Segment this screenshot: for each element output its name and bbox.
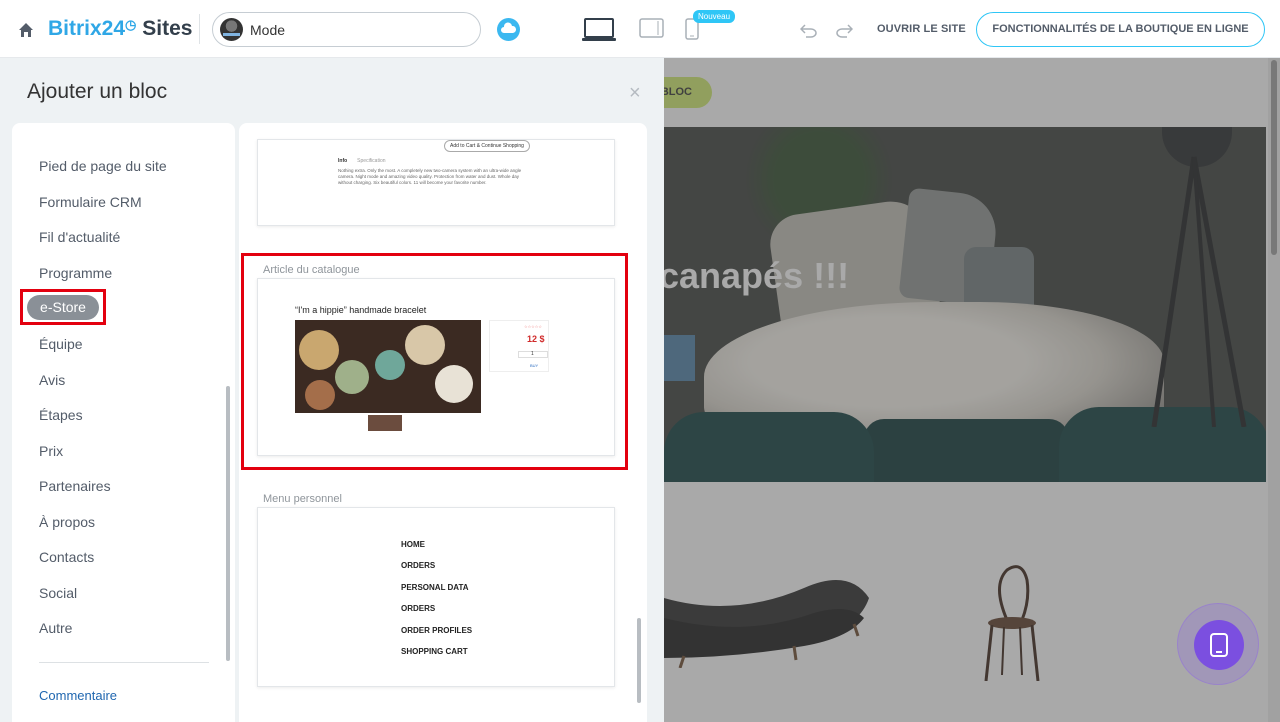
menu-item: SHOPPING CART bbox=[401, 647, 468, 656]
desktop-icon[interactable] bbox=[582, 17, 616, 43]
menu-item: ORDERS bbox=[401, 561, 436, 570]
category-team[interactable]: Équipe bbox=[39, 336, 83, 352]
menu-item: ORDER PROFILES bbox=[401, 626, 473, 635]
tab-specification: Specification bbox=[357, 158, 386, 164]
home-icon[interactable] bbox=[18, 22, 34, 38]
category-program[interactable]: Programme bbox=[39, 265, 112, 281]
open-site-link[interactable]: OUVRIR LE SITE bbox=[877, 23, 966, 35]
category-steps[interactable]: Étapes bbox=[39, 407, 83, 423]
redo-icon[interactable] bbox=[835, 22, 853, 38]
logo-brand: Bitrix24 bbox=[48, 17, 126, 40]
avatar bbox=[220, 18, 243, 41]
add-to-cart-button: Add to Cart & Continue Shopping bbox=[444, 140, 530, 152]
divider bbox=[199, 14, 200, 44]
add-block-panel: Ajouter un bloc × Pied de page du site F… bbox=[0, 58, 664, 722]
block-list-scrollbar[interactable] bbox=[637, 618, 641, 703]
block-list: Add to Cart & Continue Shopping Info Spec… bbox=[239, 123, 647, 722]
logo-suffix: Sites bbox=[142, 17, 193, 40]
mode-select[interactable]: Mode bbox=[212, 12, 481, 47]
menu-item: HOME bbox=[401, 540, 425, 549]
site-preview: BLOC canapés !!! bbox=[664, 58, 1280, 722]
panel-title: Ajouter un bloc bbox=[27, 80, 168, 103]
product-description: Nothing extra. Only the most. A complete… bbox=[338, 168, 522, 185]
category-scrollbar[interactable] bbox=[226, 386, 230, 661]
category-partners[interactable]: Partenaires bbox=[39, 478, 111, 494]
block-card-product-detail[interactable]: Add to Cart & Continue Shopping Info Spec… bbox=[257, 139, 615, 226]
block-label-personal-menu: Menu personnel bbox=[263, 493, 342, 505]
logo[interactable]: Bitrix24◷ Sites bbox=[48, 17, 192, 41]
mobile-preview-icon bbox=[1210, 633, 1228, 657]
category-contacts[interactable]: Contacts bbox=[39, 549, 94, 565]
tablet-icon[interactable] bbox=[639, 18, 664, 38]
mobile-preview-button[interactable] bbox=[1177, 603, 1259, 685]
shop-features-button[interactable]: FONCTIONNALITÉS DE LA BOUTIQUE EN LIGNE bbox=[976, 12, 1265, 47]
highlight-frame bbox=[241, 253, 628, 470]
top-bar: Bitrix24◷ Sites Mode Nouveau OUVRIR LE S… bbox=[0, 0, 1280, 58]
close-icon[interactable]: × bbox=[629, 83, 641, 103]
category-reviews[interactable]: Avis bbox=[39, 372, 65, 388]
category-footer[interactable]: Pied de page du site bbox=[39, 158, 167, 174]
mode-label: Mode bbox=[250, 22, 286, 38]
category-crm-form[interactable]: Formulaire CRM bbox=[39, 194, 142, 210]
category-e-store[interactable]: e-Store bbox=[27, 295, 99, 320]
cloud-icon[interactable] bbox=[497, 18, 520, 41]
divider bbox=[39, 662, 209, 663]
block-card-personal-menu[interactable]: HOME ORDERS PERSONAL DATA ORDERS ORDER P… bbox=[257, 507, 615, 687]
product-tabs: Info Specification bbox=[338, 158, 386, 164]
menu-item: PERSONAL DATA bbox=[401, 583, 469, 592]
comment-link[interactable]: Commentaire bbox=[39, 688, 117, 703]
menu-item: ORDERS bbox=[401, 604, 436, 613]
category-other[interactable]: Autre bbox=[39, 620, 72, 636]
category-prices[interactable]: Prix bbox=[39, 443, 63, 459]
category-list: Pied de page du site Formulaire CRM Fil … bbox=[12, 123, 235, 722]
category-social[interactable]: Social bbox=[39, 585, 77, 601]
category-news-feed[interactable]: Fil d'actualité bbox=[39, 229, 120, 245]
tab-info: Info bbox=[338, 158, 348, 164]
undo-icon[interactable] bbox=[800, 22, 818, 38]
category-about[interactable]: À propos bbox=[39, 514, 95, 530]
new-badge: Nouveau bbox=[693, 10, 736, 23]
clock-icon: ◷ bbox=[125, 17, 137, 32]
